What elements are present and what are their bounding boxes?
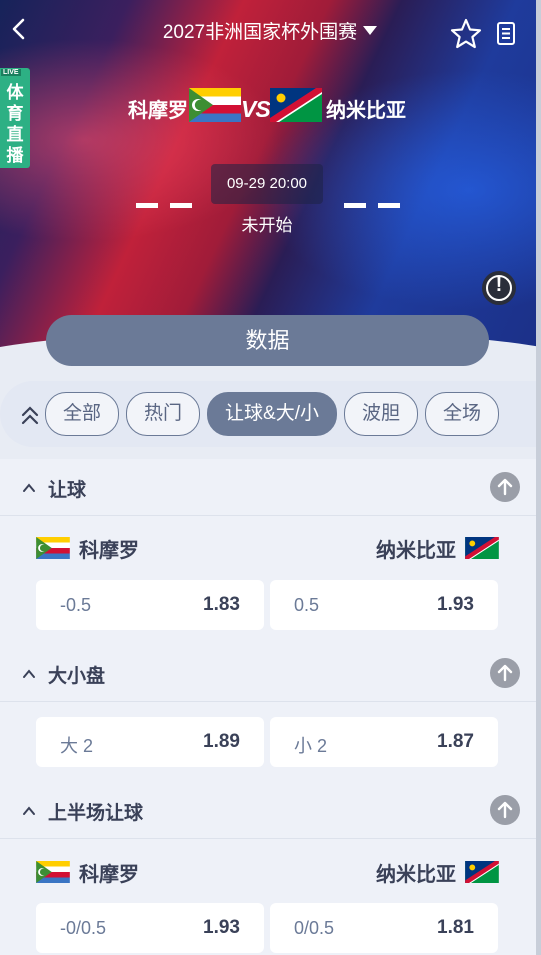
collapse-icon[interactable] — [16, 402, 44, 430]
arrow-up-icon[interactable] — [490, 472, 520, 502]
arrow-up-icon[interactable] — [490, 795, 520, 825]
odds-line: 大 2 — [60, 736, 94, 756]
home-team-name: 科摩罗 — [128, 100, 188, 122]
top-bar: 2027非洲国家杯外围赛 — [0, 0, 541, 66]
odds-price: 1.87 — [437, 731, 474, 752]
teams-row-handicap: 科摩罗 纳米比亚 — [0, 519, 541, 575]
live-tag: LIVE — [1, 69, 21, 76]
odds-cell-away-first-half[interactable]: 0/0.5 1.81 — [270, 903, 498, 953]
away-team-name: 纳米比亚 — [376, 540, 456, 562]
odds-line: -0/0.5 — [60, 918, 107, 938]
kickoff-time: 09-29 20:00 — [211, 164, 323, 204]
odds-line: 小 2 — [294, 736, 328, 756]
namibia-flag-icon — [465, 537, 499, 559]
away-team-name: 纳米比亚 — [326, 100, 406, 122]
tabs: 全部 热门 让球&大/小 波胆 全场 — [45, 392, 506, 436]
vs-label: VS — [241, 96, 271, 122]
comoros-flag-icon — [189, 88, 241, 122]
arrow-up-icon[interactable] — [490, 658, 520, 688]
section-header-total[interactable]: 大小盘 — [0, 645, 541, 702]
league-title: 2027非洲国家杯外围赛 — [162, 22, 358, 43]
tab-correct-score[interactable]: 波胆 — [343, 392, 418, 436]
comoros-flag-icon — [36, 861, 70, 883]
away-team-name: 纳米比亚 — [376, 864, 456, 886]
match-status: 未开始 — [241, 216, 293, 235]
away-score-placeholder — [344, 195, 412, 213]
market-tab-bar: 全部 热门 让球&大/小 波胆 全场 — [0, 381, 541, 447]
odds-line: 0.5 — [294, 595, 320, 615]
back-icon[interactable] — [8, 14, 32, 44]
data-button[interactable]: 数据 — [46, 315, 489, 366]
section-title: 上半场让球 — [48, 803, 144, 824]
namibia-flag-icon — [270, 88, 322, 122]
teams-row-first-half: 科摩罗 纳米比亚 — [0, 843, 541, 899]
info-icon[interactable] — [482, 271, 516, 305]
odds-price: 1.93 — [203, 917, 240, 938]
odds-line: 0/0.5 — [294, 918, 335, 938]
home-score-placeholder — [136, 195, 204, 213]
tab-hot[interactable]: 热门 — [126, 392, 201, 436]
chevron-up-icon — [23, 483, 35, 492]
league-title-dropdown[interactable]: 2027非洲国家杯外围赛 — [150, 20, 390, 46]
home-team-name: 科摩罗 — [79, 540, 139, 562]
odds-cell-under[interactable]: 小 2 1.87 — [270, 717, 498, 767]
odds-cell-over[interactable]: 大 2 1.89 — [36, 717, 264, 767]
odds-price: 1.81 — [437, 917, 474, 938]
document-icon[interactable] — [494, 20, 518, 48]
tab-all[interactable]: 全部 — [45, 392, 120, 436]
chevron-up-icon — [23, 806, 35, 815]
markets-list: 让球 科摩罗 纳米比亚 -0.5 1.83 0.5 1.93 大小盘 大 2 1… — [0, 459, 541, 955]
odds-price: 1.83 — [203, 594, 240, 615]
odds-price: 1.89 — [203, 731, 240, 752]
odds-cell-home-handicap[interactable]: -0.5 1.83 — [36, 580, 264, 630]
caret-down-icon — [363, 26, 378, 36]
section-header-first-half-handicap[interactable]: 上半场让球 — [0, 782, 541, 839]
tab-full-time[interactable]: 全场 — [425, 392, 500, 436]
odds-cell-away-handicap[interactable]: 0.5 1.93 — [270, 580, 498, 630]
chevron-up-icon — [23, 669, 35, 678]
odds-line: -0.5 — [60, 595, 92, 615]
section-title: 让球 — [48, 480, 87, 501]
star-icon[interactable] — [449, 17, 483, 51]
odds-price: 1.93 — [437, 594, 474, 615]
teams-row: 科摩罗 VS 纳米比亚 — [0, 86, 541, 130]
home-team-name: 科摩罗 — [79, 864, 139, 886]
namibia-flag-icon — [465, 861, 499, 883]
scrollbar[interactable] — [536, 0, 541, 955]
tab-handicap-over-under[interactable]: 让球&大/小 — [207, 392, 337, 436]
comoros-flag-icon — [36, 537, 70, 559]
odds-cell-home-first-half[interactable]: -0/0.5 1.93 — [36, 903, 264, 953]
section-header-handicap[interactable]: 让球 — [0, 459, 541, 516]
section-title: 大小盘 — [48, 666, 106, 687]
